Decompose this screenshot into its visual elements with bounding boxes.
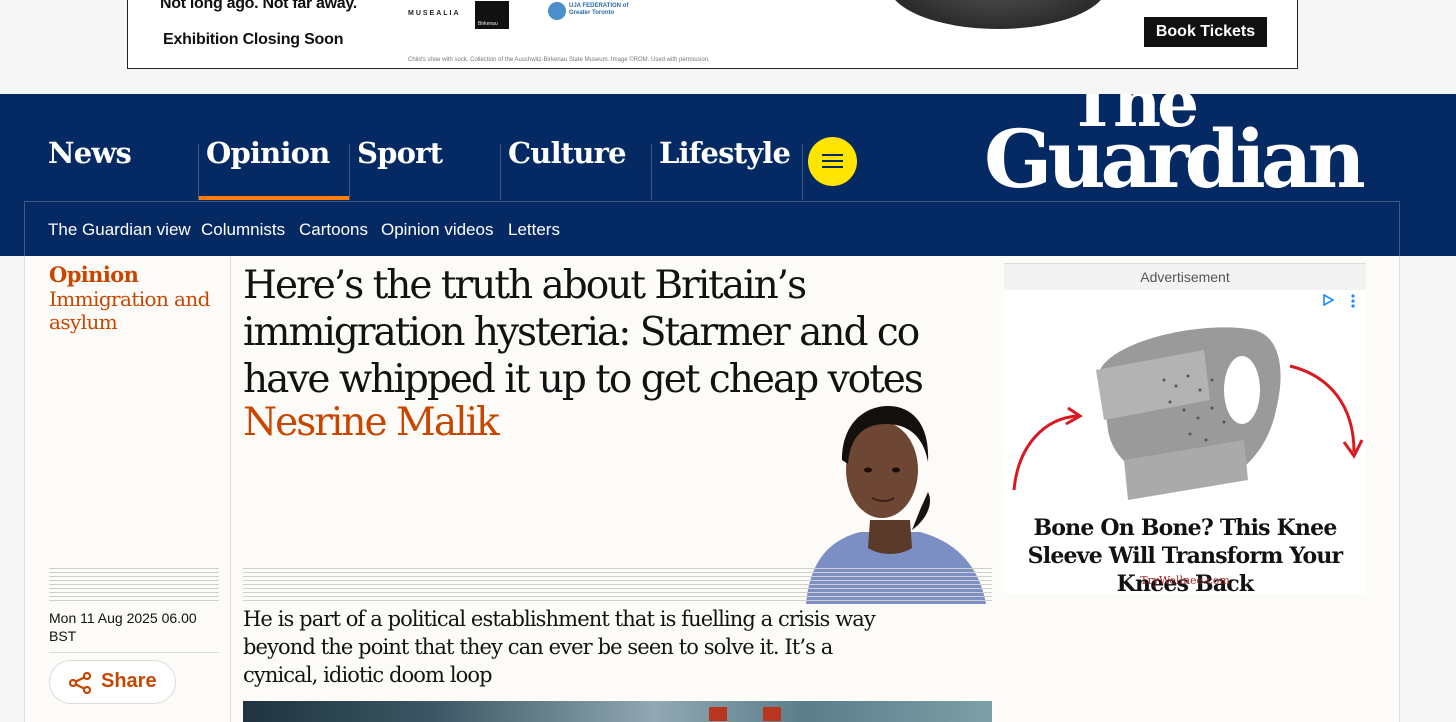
advertisement-label: Advertisement (1004, 263, 1366, 290)
pillar-lifestyle-label: Lifestyle (659, 136, 791, 170)
pillar-opinion[interactable]: Opinion (199, 94, 349, 200)
pillar-lifestyle[interactable]: Lifestyle (652, 94, 802, 200)
pillar-opinion-label: Opinion (206, 136, 330, 170)
subnav-columnists[interactable]: Columnists (201, 220, 285, 240)
pillar-divider (802, 144, 803, 200)
author-byline[interactable]: Nesrine Malik (243, 400, 500, 445)
active-pillar-indicator (199, 196, 349, 200)
adchoices-icon[interactable] (1322, 294, 1334, 306)
section-label[interactable]: Opinion (49, 262, 139, 287)
pillar-news[interactable]: News (24, 94, 198, 200)
series-label[interactable]: Immigration and asylum (49, 288, 219, 334)
share-icon (68, 672, 92, 694)
ad-status: Exhibition Closing Soon (163, 31, 344, 48)
share-button[interactable]: Share (49, 660, 176, 704)
partner-logo-birkenau: Birkenau (475, 1, 509, 29)
ad-tagline: Not long ago. Not far away. (160, 0, 357, 12)
partner-logo-uja: UJA FEDERATION of Greater Toronto (569, 3, 629, 16)
shoe-image (888, 0, 1108, 29)
article-headline: Here’s the truth about Britain’s immigra… (243, 263, 924, 402)
pillar-news-label: News (48, 136, 132, 170)
logo-guardian: Guardian (984, 112, 1366, 194)
share-label: Share (101, 670, 157, 692)
ad-source[interactable]: TryWellnee.com (1004, 574, 1366, 587)
meta-decorative-lines (49, 568, 219, 604)
pillar-culture-label: Culture (508, 136, 627, 170)
ad-credit: Child's shoe with sock. Collection of th… (408, 57, 710, 63)
knee-sleeve-image (1012, 327, 1364, 500)
pillar-culture[interactable]: Culture (501, 94, 651, 200)
headline-decorative-lines (243, 568, 992, 604)
partner-logo-uja-icon (548, 2, 566, 20)
book-tickets-button[interactable]: Book Tickets (1144, 17, 1267, 47)
dateline: Mon 11 Aug 2025 06.00 BST (49, 610, 197, 644)
masthead: News Opinion Sport Culture Lifestyle The… (0, 94, 1456, 256)
partner-logo-musealia: MUSEALIA (408, 10, 461, 17)
subnav-opinion-videos[interactable]: Opinion videos (381, 220, 493, 240)
opinion-subnav: The Guardian view Columnists Cartoons Op… (24, 201, 1400, 256)
guardian-logo[interactable]: The Guardian (984, 94, 1384, 194)
hero-image (243, 701, 992, 722)
more-options-icon[interactable] (1350, 294, 1356, 308)
left-column-divider (230, 256, 231, 722)
subnav-guardian-view[interactable]: The Guardian view (48, 220, 191, 240)
pillar-sport-label: Sport (357, 136, 443, 170)
subnav-cartoons[interactable]: Cartoons (299, 220, 368, 240)
pillar-sport[interactable]: Sport (350, 94, 500, 200)
meta-divider (49, 652, 219, 653)
top-banner-ad[interactable]: Not long ago. Not far away. Exhibition C… (127, 0, 1298, 69)
partner-logo-birkenau-text: Birkenau (478, 21, 498, 27)
hamburger-menu-icon[interactable] (808, 137, 857, 186)
article-standfirst: He is part of a political establishment … (243, 607, 876, 687)
subnav-letters[interactable]: Letters (508, 220, 560, 240)
